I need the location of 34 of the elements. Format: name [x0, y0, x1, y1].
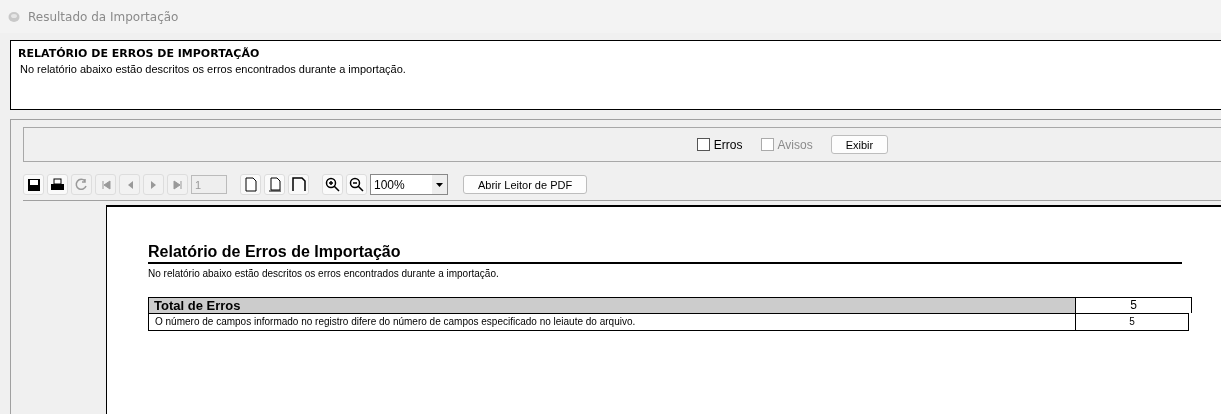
page-width-icon: [267, 177, 282, 192]
zoom-out-icon: [349, 177, 364, 192]
report-description: No relatório abaixo estão descritos os erros encontrados durante a importação.: [148, 268, 500, 279]
full-button[interactable]: [288, 174, 309, 195]
total-label: Total de Erros: [148, 297, 1076, 313]
error-description: O número de campos informado no registro difere do número de campos especificado no leiaute do arquivo.: [148, 313, 1076, 331]
print-button[interactable]: [47, 174, 68, 195]
page-icon: [244, 177, 257, 192]
zoomin-button[interactable]: [322, 174, 343, 195]
show-button[interactable]: Exibir: [830, 135, 889, 154]
total-value: 5: [1076, 297, 1192, 313]
single-button[interactable]: [240, 174, 261, 195]
app-icon: [8, 10, 20, 23]
report-title: Relatório de Erros de Importação: [148, 243, 1182, 264]
first-page-icon: [100, 179, 111, 190]
zoom-select[interactable]: 100%: [370, 174, 448, 195]
caret-icon: [436, 182, 443, 187]
refresh-icon: [75, 178, 88, 191]
zoom-in-icon: [325, 177, 340, 192]
next-page-icon: [150, 179, 157, 190]
save-button[interactable]: [23, 174, 44, 195]
save-icon: [26, 177, 41, 192]
previous-page-icon: [126, 179, 133, 190]
last-page-icon: [172, 179, 183, 190]
window-title: Resultado da Importação: [28, 9, 179, 24]
error-count: 5: [1076, 313, 1189, 331]
print-icon: [50, 177, 65, 192]
open-pdf-button[interactable]: Abrir Leitor de PDF: [463, 175, 588, 194]
header-title: RELATÓRIO DE ERROS DE IMPORTAÇÃO: [18, 47, 261, 60]
filter-checkbox[interactable]: Erros: [696, 137, 743, 152]
header-description: No relatório abaixo estão descritos os erros encontrados durante a importação.: [19, 63, 407, 75]
width-button[interactable]: [264, 174, 285, 195]
full-page-icon: [291, 177, 306, 192]
zoomout-button[interactable]: [346, 174, 367, 195]
